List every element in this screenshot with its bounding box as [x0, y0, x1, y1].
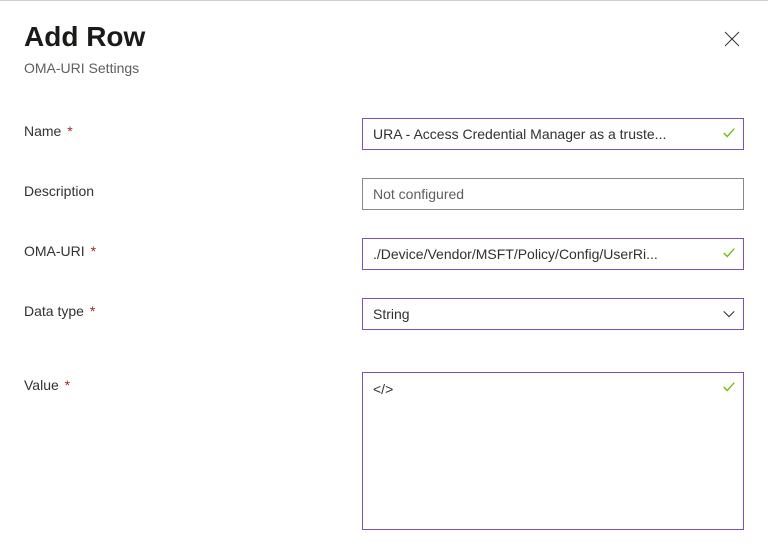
- required-indicator: *: [67, 123, 72, 139]
- form-row-value: Value *: [24, 372, 744, 535]
- value-textarea[interactable]: [362, 372, 744, 530]
- required-indicator: *: [90, 303, 95, 319]
- datatype-label: Data type *: [24, 298, 362, 319]
- name-input[interactable]: [362, 118, 744, 150]
- form-row-description: Description: [24, 178, 744, 210]
- required-indicator: *: [91, 243, 96, 259]
- value-label: Value *: [24, 372, 362, 393]
- datatype-select[interactable]: String: [362, 298, 744, 330]
- close-icon: [724, 34, 740, 51]
- description-label: Description: [24, 178, 362, 199]
- page-title: Add Row: [24, 21, 145, 53]
- omauri-input[interactable]: [362, 238, 744, 270]
- close-button[interactable]: [720, 27, 744, 56]
- omauri-label: OMA-URI *: [24, 238, 362, 259]
- required-indicator: *: [65, 377, 70, 393]
- name-label: Name *: [24, 118, 362, 139]
- form-row-name: Name *: [24, 118, 744, 150]
- form-row-omauri: OMA-URI *: [24, 238, 744, 270]
- form-row-datatype: Data type * String: [24, 298, 744, 330]
- page-subtitle: OMA-URI Settings: [24, 60, 744, 76]
- description-input[interactable]: [362, 178, 744, 210]
